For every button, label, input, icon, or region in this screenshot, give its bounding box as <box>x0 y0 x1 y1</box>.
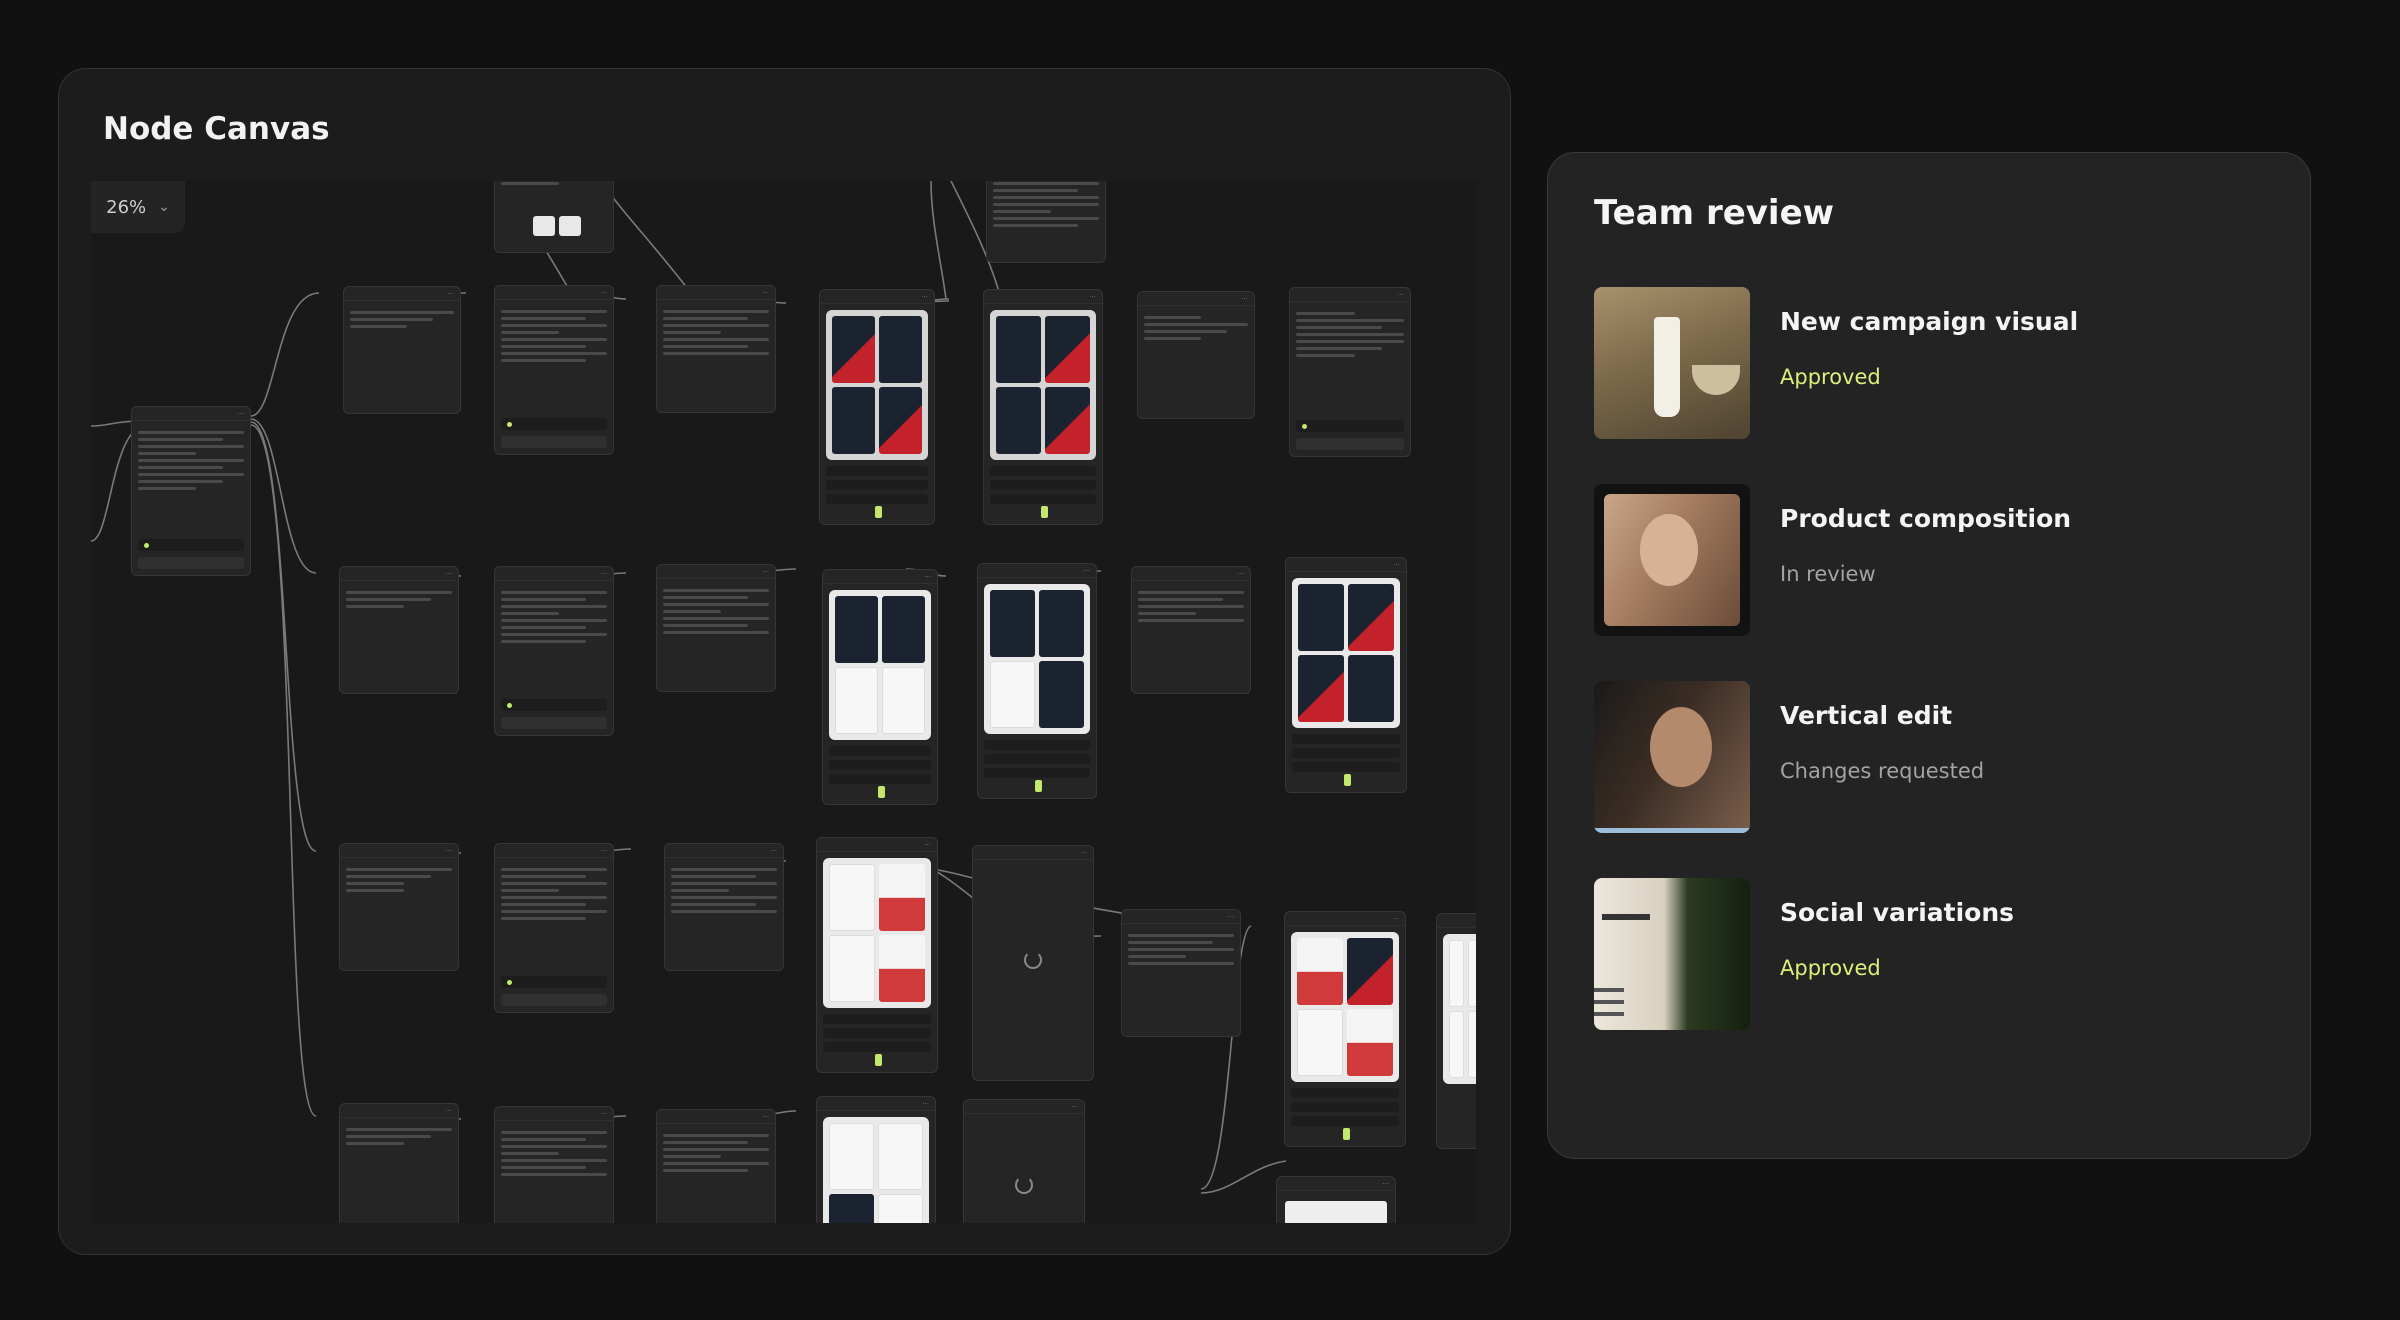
prompt-node[interactable]: ··· <box>339 566 459 694</box>
image-thumb <box>1285 1201 1387 1223</box>
generate-image-node[interactable]: ··· <box>1284 911 1406 1147</box>
generate-image-node[interactable]: ··· <box>977 563 1097 799</box>
generate-text-node[interactable]: ··· <box>494 843 614 1013</box>
generate-image-node[interactable]: ··· <box>963 1099 1085 1223</box>
status-label: Changes requested <box>1780 759 1985 783</box>
image-source-node[interactable] <box>494 181 614 253</box>
team-review-panel: Team review New campaign visual Approved… <box>1547 152 2311 1159</box>
prompt-node[interactable]: ··· <box>339 1103 459 1223</box>
product-bottle-image <box>1594 287 1750 439</box>
image-thumb <box>559 216 581 236</box>
generate-image-node[interactable]: ··· <box>1285 557 1407 793</box>
loading-spinner-icon <box>1024 951 1042 970</box>
review-item[interactable]: New campaign visual Approved <box>1594 287 2274 439</box>
generate-text-node[interactable]: ··· <box>1289 287 1411 457</box>
prompt-node[interactable]: ··· <box>339 843 459 971</box>
generate-image-node[interactable]: ··· <box>983 289 1103 525</box>
chevron-down-icon: ⌄ <box>158 199 170 215</box>
prompt-node[interactable]: ··· <box>343 286 461 414</box>
generate-image-node[interactable] <box>1436 913 1476 1149</box>
review-item-name: Social variations <box>1780 898 2015 927</box>
generate-text-node[interactable]: ··· <box>494 566 614 736</box>
status-label: Approved <box>1780 956 1881 980</box>
review-item-name: Vertical edit <box>1780 701 1953 730</box>
zoom-level: 26% <box>106 196 147 218</box>
generate-image-node[interactable]: ··· <box>816 837 938 1073</box>
review-item[interactable]: Social variations Approved <box>1594 878 2274 1030</box>
review-item[interactable]: Vertical edit Changes requested <box>1594 681 2274 833</box>
generate-text-node[interactable]: ··· <box>131 406 251 576</box>
prompt-node[interactable]: ··· <box>656 1109 776 1223</box>
prompt-node[interactable] <box>986 181 1106 263</box>
prompt-node[interactable]: ··· <box>1137 291 1255 419</box>
review-item[interactable]: Product composition In review <box>1594 484 2274 636</box>
generate-image-node[interactable]: ··· <box>816 1096 936 1223</box>
prompt-node[interactable]: ··· <box>656 564 776 692</box>
portrait-image <box>1594 681 1750 833</box>
portrait-image <box>1594 484 1750 636</box>
prompt-node[interactable]: ··· <box>1131 566 1251 694</box>
generate-text-node[interactable]: ··· <box>494 285 614 455</box>
generate-image-node[interactable]: ··· <box>819 289 935 525</box>
canvas-viewport[interactable]: 26% ⌄ ··· ··· ··· ··· ··· ··· ··· ··· ··… <box>91 181 1476 1223</box>
review-item-name: New campaign visual <box>1780 307 2079 336</box>
review-item-name: Product composition <box>1780 504 2072 533</box>
image-source-node[interactable]: ··· <box>1276 1176 1396 1223</box>
review-title: Team review <box>1594 193 1835 233</box>
status-label: Approved <box>1780 365 1881 389</box>
product-bottle-image <box>1594 878 1750 1030</box>
prompt-node[interactable]: ··· <box>664 843 784 971</box>
prompt-node[interactable]: ··· <box>1121 909 1241 1037</box>
canvas-title: Node Canvas <box>103 111 330 147</box>
prompt-node[interactable]: ··· <box>656 285 776 413</box>
image-thumb <box>533 216 555 236</box>
loading-spinner-icon <box>1015 1175 1033 1194</box>
node-canvas-panel: Node Canvas 26% ⌄ ··· ··· ··· ··· ··· ··… <box>58 68 1511 1255</box>
generate-image-node[interactable]: ··· <box>822 569 938 805</box>
status-label: In review <box>1780 562 1876 586</box>
generate-image-node[interactable]: ··· <box>972 845 1094 1081</box>
generate-text-node[interactable]: ··· <box>494 1106 614 1223</box>
zoom-control[interactable]: 26% ⌄ <box>91 181 185 233</box>
node-connections <box>91 181 1287 1194</box>
